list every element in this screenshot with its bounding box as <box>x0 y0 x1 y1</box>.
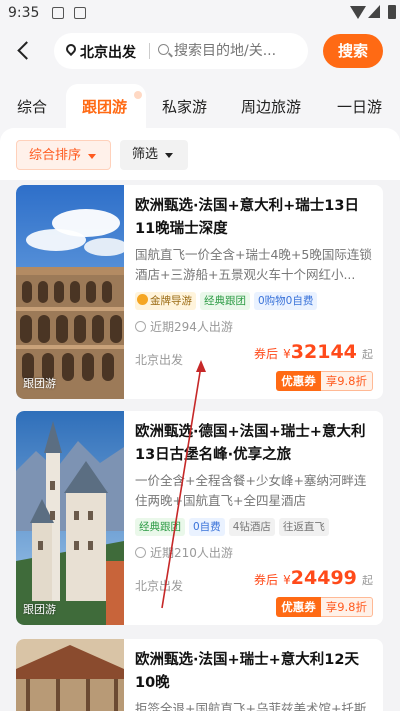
medal-icon <box>137 294 148 305</box>
badge: 金牌导游 <box>135 292 196 310</box>
departure-label: 北京出发 <box>135 579 184 593</box>
results-panel: 综合排序 筛选 跟团游 欧洲甄选·法国+意大利+瑞士13日11晚瑞士深度 国航直… <box>0 128 400 711</box>
price-prefix: 券后 <box>254 347 279 361</box>
search-bar[interactable]: 北京出发 <box>54 33 308 69</box>
coupon-label: 优惠券 <box>276 597 321 617</box>
filter-dropdown[interactable]: 筛选 <box>120 140 188 170</box>
castle-image: 跟团游 <box>16 411 124 625</box>
price-suffix: 起 <box>362 574 373 587</box>
battery-icon <box>388 5 396 19</box>
coupon-tag[interactable]: 优惠券 享9.8折 <box>276 371 373 391</box>
badge: 0自费 <box>189 518 225 536</box>
badge: 0购物0自费 <box>254 292 318 310</box>
coupon-discount: 享9.8折 <box>320 597 373 617</box>
colosseum-image: 跟团游 <box>16 185 124 399</box>
product-description: 国航直飞一价全含+瑞士4晚+5晚国际连锁酒店+三游船+五景观火车十个网红小... <box>135 247 372 282</box>
search-icon <box>158 44 169 55</box>
search-header: 北京出发 搜索 <box>0 28 400 78</box>
tab-nearby-tour[interactable]: 周边旅游 <box>241 96 301 117</box>
tab-group-tour[interactable]: 跟团游 <box>82 96 127 117</box>
filter-label: 筛选 <box>132 147 159 162</box>
product-card[interactable]: 欧洲甄选·法国+瑞士+意大利12天10晚 拒签全退+国航直飞+乌菲兹美术馆+托斯… <box>16 639 383 711</box>
currency-symbol: ¥ <box>283 347 291 361</box>
coupon-label: 优惠券 <box>276 371 321 391</box>
currency-symbol: ¥ <box>283 573 291 587</box>
search-input[interactable] <box>174 41 300 61</box>
tab-dot-decoration <box>134 91 142 99</box>
chevron-down-icon <box>165 153 173 158</box>
sort-dropdown[interactable]: 综合排序 <box>16 140 111 170</box>
status-bar: 9:35 <box>0 0 400 28</box>
clock-icon <box>135 547 146 558</box>
tab-comprehensive[interactable]: 综合 <box>17 96 47 117</box>
product-badges: 经典跟团 0自费 4钻酒店 往返直飞 <box>135 518 333 536</box>
product-card[interactable]: 跟团游 欧洲甄选·德国+法国+瑞士+意大利13日古堡名峰·优享之旅 一价全含+全… <box>16 411 383 625</box>
wifi-icon <box>350 6 366 19</box>
tab-private-tour[interactable]: 私家游 <box>162 96 207 117</box>
badge: 4钻酒店 <box>228 518 275 536</box>
search-button[interactable]: 搜索 <box>323 34 383 68</box>
sort-bar: 综合排序 筛选 <box>0 128 400 180</box>
category-tabs: 综合 跟团游 私家游 周边旅游 一日游 <box>0 84 400 132</box>
price-value: 24499 <box>290 567 357 589</box>
search-divider <box>149 43 150 59</box>
product-description: 拒签全退+国航直飞+乌菲兹美术馆+托斯卡纳 <box>135 701 367 711</box>
image-tag: 跟团游 <box>23 377 56 390</box>
product-card[interactable]: 跟团游 欧洲甄选·法国+意大利+瑞士13日11晚瑞士深度 国航直飞一价全含+瑞士… <box>16 185 383 399</box>
traveler-count: 近期210人出游 <box>135 544 233 561</box>
product-title[interactable]: 欧洲甄选·德国+法国+瑞士+意大利13日古堡名峰·优享之旅 <box>135 421 375 467</box>
image-notification-icon <box>52 7 64 19</box>
product-title[interactable]: 欧洲甄选·法国+瑞士+意大利12天10晚 <box>135 649 365 695</box>
product-price: 券后 ¥24499 起 <box>254 567 373 589</box>
product-description: 一价全含+全程含餐+少女峰+塞纳河畔连住两晚+国航直飞+全四星酒店 <box>135 473 367 508</box>
coupon-discount: 享9.8折 <box>320 371 373 391</box>
coupon-tag[interactable]: 优惠券 享9.8折 <box>276 597 373 617</box>
price-suffix: 起 <box>362 348 373 361</box>
product-title[interactable]: 欧洲甄选·法国+意大利+瑞士13日11晚瑞士深度 <box>135 195 375 241</box>
image-tag: 跟团游 <box>23 603 56 616</box>
price-value: 32144 <box>290 341 357 363</box>
signal-icon <box>368 5 380 18</box>
badge: 经典跟团 <box>200 292 250 310</box>
price-prefix: 券后 <box>254 573 279 587</box>
badge: 往返直飞 <box>278 518 329 536</box>
location-pin-icon <box>63 41 79 57</box>
product-badges: 金牌导游 经典跟团 0购物0自费 <box>135 292 321 310</box>
badge: 经典跟团 <box>135 518 185 536</box>
back-arrow-icon[interactable] <box>16 40 34 64</box>
status-time: 9:35 <box>8 5 40 21</box>
bridge-image <box>16 639 124 711</box>
departure-label: 北京出发 <box>135 353 184 367</box>
chevron-down-icon <box>88 154 96 159</box>
sort-label: 综合排序 <box>29 148 82 163</box>
departure-city[interactable]: 北京出发 <box>80 42 136 62</box>
font-notification-icon <box>74 7 86 19</box>
tab-day-tour[interactable]: 一日游 <box>337 96 382 117</box>
clock-icon <box>135 321 146 332</box>
traveler-count: 近期294人出游 <box>135 318 233 335</box>
product-price: 券后 ¥32144 起 <box>254 341 373 363</box>
